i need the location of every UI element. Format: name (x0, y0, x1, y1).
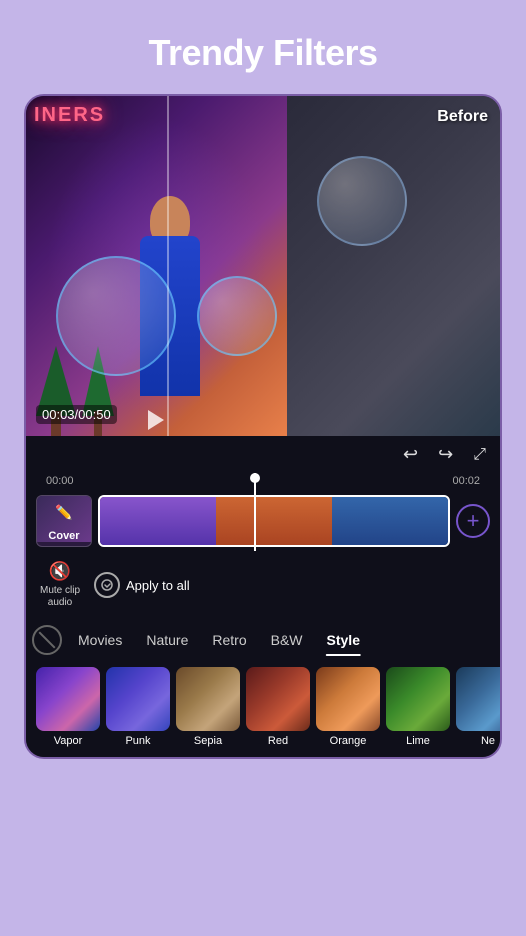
filter-name-vapor: Vapor (54, 735, 83, 747)
play-button[interactable] (148, 410, 164, 430)
filter-thumb-ne (456, 667, 500, 731)
clip-segment-3 (332, 497, 448, 545)
video-preview: INERS 00:03/00:50 Before (26, 96, 500, 436)
filter-thumb-orange (316, 667, 380, 731)
bubble-right (317, 156, 407, 246)
main-clip[interactable]: 3.0s (98, 495, 450, 547)
filter-name-lime: Lime (406, 735, 430, 747)
split-divider (167, 96, 169, 436)
filter-list: Vapor Punk Sepia Red Orange Lime Ne (26, 659, 500, 757)
apply-icon (94, 572, 120, 598)
tab-retro[interactable]: Retro (200, 628, 258, 652)
undo-button[interactable]: ↩ (403, 444, 418, 465)
filter-tabs: Movies Nature Retro B&W Style (26, 617, 500, 659)
video-left-filtered: INERS 00:03/00:50 (26, 96, 287, 436)
timecode: 00:03/00:50 (36, 405, 117, 424)
add-clip-button[interactable]: + (456, 504, 490, 538)
filter-name-ne: Ne (481, 735, 495, 747)
playhead[interactable] (254, 473, 256, 551)
clip-segment-1 (100, 497, 216, 545)
filter-item-punk[interactable]: Punk (106, 667, 170, 747)
filter-name-punk: Punk (125, 735, 150, 747)
tab-style[interactable]: Style (315, 628, 372, 652)
filter-name-red: Red (268, 735, 288, 747)
tab-bw[interactable]: B&W (259, 628, 315, 652)
cover-icon: ✏️ (55, 504, 72, 521)
filter-item-lime[interactable]: Lime (386, 667, 450, 747)
filter-thumb-sepia (176, 667, 240, 731)
fullscreen-button[interactable]: ⤢ (473, 446, 486, 464)
mute-label: Mute clipaudio (40, 585, 80, 609)
filter-item-sepia[interactable]: Sepia (176, 667, 240, 747)
before-label: Before (437, 108, 488, 126)
timeline-markers: 00:00 00:02 (36, 475, 490, 487)
filter-name-sepia: Sepia (194, 735, 222, 747)
apply-all-label: Apply to all (126, 578, 190, 593)
page-title: Trendy Filters (148, 32, 377, 74)
clip-segment-2 (216, 497, 332, 545)
filter-item-red[interactable]: Red (246, 667, 310, 747)
app-card: INERS 00:03/00:50 Before (24, 94, 502, 759)
filter-name-orange: Orange (330, 735, 367, 747)
cover-clip[interactable]: ✏️ Cover (36, 495, 92, 547)
video-right-before: Before (287, 96, 500, 436)
tools-row: 🔇 Mute clipaudio Apply to all (26, 555, 500, 617)
apply-to-all-button[interactable]: Apply to all (94, 572, 190, 598)
timeline-track[interactable]: ✏️ Cover 3.0s + (36, 491, 490, 551)
redo-button[interactable]: ↪ (438, 444, 453, 465)
bubble-large (56, 256, 176, 376)
filter-item-vapor[interactable]: Vapor (36, 667, 100, 747)
marker-start: 00:00 (46, 475, 74, 487)
filter-thumb-punk (106, 667, 170, 731)
filter-item-orange[interactable]: Orange (316, 667, 380, 747)
filter-thumb-lime (386, 667, 450, 731)
marker-end: 00:02 (452, 475, 480, 487)
tab-nature[interactable]: Nature (134, 628, 200, 652)
tab-movies[interactable]: Movies (66, 628, 134, 652)
cover-label: Cover (37, 530, 91, 542)
filter-thumb-red (246, 667, 310, 731)
mute-clip-button[interactable]: 🔇 Mute clipaudio (40, 561, 80, 609)
timeline-area: 00:00 00:02 ✏️ Cover 3.0s + (26, 473, 500, 555)
mute-icon: 🔇 (49, 561, 71, 582)
control-bar: ↩ ↪ ⤢ (26, 436, 500, 473)
filter-thumb-vapor (36, 667, 100, 731)
filter-item-ne[interactable]: Ne (456, 667, 500, 747)
bubble-small (197, 276, 277, 356)
no-filter-icon[interactable] (32, 625, 62, 655)
neon-sign-text: INERS (34, 104, 105, 127)
